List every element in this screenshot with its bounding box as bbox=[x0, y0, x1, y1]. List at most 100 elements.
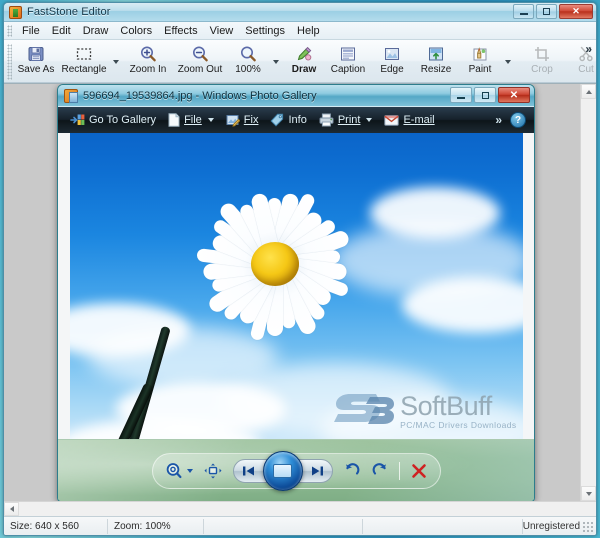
fit-to-window-button[interactable] bbox=[203, 462, 223, 480]
menu-colors[interactable]: Colors bbox=[114, 23, 158, 39]
edge-icon bbox=[383, 44, 401, 63]
email-label: E-mail bbox=[403, 114, 434, 126]
toolbar-save-as-button[interactable]: Save As bbox=[14, 42, 58, 80]
menu-draw[interactable]: Draw bbox=[77, 23, 115, 39]
delete-button[interactable] bbox=[410, 462, 428, 480]
paint-brush-icon bbox=[471, 44, 489, 63]
toolbar: Save As Rectangle Zoom In bbox=[4, 40, 596, 83]
watermark-text: SoftBuff PC/MAC Drivers Downloads bbox=[400, 393, 516, 430]
scroll-down-button[interactable] bbox=[581, 486, 596, 501]
print-button[interactable]: Print bbox=[313, 111, 379, 129]
crop-icon bbox=[533, 44, 551, 63]
status-zoom-level: Zoom: 100% bbox=[108, 519, 204, 534]
photo-image: SoftBuff PC/MAC Drivers Downloads bbox=[70, 133, 523, 439]
file-dropdown-caret[interactable] bbox=[208, 118, 214, 122]
resize-grip[interactable] bbox=[582, 521, 593, 532]
file-icon bbox=[168, 113, 180, 127]
photo-gallery-titlebar[interactable]: 596694_19539864.jpg - Windows Photo Gall… bbox=[58, 85, 534, 107]
menu-effects[interactable]: Effects bbox=[158, 23, 203, 39]
status-spacer-1 bbox=[204, 519, 363, 534]
toolbar-rectangle-button[interactable]: Rectangle bbox=[58, 42, 110, 80]
pg-minimize-button[interactable] bbox=[450, 87, 472, 103]
toolbar-zoom-in-button[interactable]: Zoom In bbox=[122, 42, 174, 80]
toolbar-label: 100% bbox=[235, 64, 261, 75]
toolbar-edge-button[interactable]: Edge bbox=[370, 42, 414, 80]
magnifier-icon bbox=[239, 44, 257, 63]
toolbar-paint-button[interactable]: Paint bbox=[458, 42, 502, 80]
pg-close-button[interactable]: ✕ bbox=[498, 87, 530, 103]
controls-separator bbox=[399, 462, 400, 480]
watermark-name: SoftBuff bbox=[400, 393, 516, 420]
email-icon bbox=[384, 114, 399, 127]
menu-edit[interactable]: Edit bbox=[46, 23, 77, 39]
printer-icon bbox=[319, 113, 334, 127]
print-dropdown-caret[interactable] bbox=[366, 118, 372, 122]
menubar-grip[interactable] bbox=[7, 25, 12, 37]
maximize-button[interactable] bbox=[536, 4, 557, 19]
fix-icon bbox=[226, 113, 240, 127]
app-titlebar[interactable]: FastStone Editor ✕ bbox=[4, 3, 596, 22]
menu-file[interactable]: File bbox=[16, 23, 46, 39]
go-to-gallery-button[interactable]: Go To Gallery bbox=[64, 111, 162, 129]
navigation-group bbox=[233, 451, 333, 491]
scroll-up-button[interactable] bbox=[581, 84, 596, 99]
toolbar-resize-button[interactable]: Resize bbox=[414, 42, 458, 80]
go-to-gallery-label: Go To Gallery bbox=[89, 114, 156, 126]
toolbar-label: Zoom In bbox=[130, 64, 167, 75]
menu-settings[interactable]: Settings bbox=[239, 23, 291, 39]
rectangle-dropdown-caret[interactable] bbox=[113, 60, 119, 64]
info-button[interactable]: Info bbox=[264, 111, 312, 129]
rotate-counterclockwise-icon bbox=[343, 462, 361, 480]
canvas-pane[interactable]: 596694_19539864.jpg - Windows Photo Gall… bbox=[4, 84, 580, 501]
toolbar-label: Paint bbox=[469, 64, 492, 75]
toolbar-overflow-button[interactable]: » bbox=[585, 42, 592, 56]
email-button[interactable]: E-mail bbox=[378, 112, 440, 129]
rotate-ccw-button[interactable] bbox=[343, 462, 361, 480]
toolbar-grip[interactable] bbox=[7, 44, 12, 80]
menu-help[interactable]: Help bbox=[291, 23, 326, 39]
statusbar: Size: 640 x 560 Zoom: 100% Unregistered bbox=[4, 516, 596, 535]
fix-button[interactable]: Fix bbox=[220, 111, 265, 129]
toolbar-cut-button[interactable]: Cut bbox=[564, 42, 597, 80]
status-spacer-2 bbox=[363, 519, 522, 534]
pg-maximize-button[interactable] bbox=[474, 87, 496, 103]
paint-dropdown-caret[interactable] bbox=[505, 60, 511, 64]
delete-x-icon bbox=[410, 462, 428, 480]
toolbar-zoom-out-button[interactable]: Zoom Out bbox=[174, 42, 226, 80]
help-button[interactable]: ? bbox=[510, 112, 526, 128]
photo-viewer[interactable]: SoftBuff PC/MAC Drivers Downloads bbox=[58, 133, 534, 439]
toolbar-zoom-100-button[interactable]: 100% bbox=[226, 42, 270, 80]
info-label: Info bbox=[288, 114, 306, 126]
toolbar-draw-button[interactable]: Draw bbox=[282, 42, 326, 80]
zoom-control[interactable] bbox=[165, 462, 193, 480]
close-button[interactable]: ✕ bbox=[559, 4, 593, 19]
toolbar-label: Crop bbox=[531, 64, 553, 75]
previous-icon bbox=[241, 465, 257, 477]
horizontal-scrollbar[interactable] bbox=[4, 501, 596, 516]
minimize-button[interactable] bbox=[513, 4, 534, 19]
magnifier-plus-icon bbox=[139, 44, 157, 63]
gallery-icon bbox=[70, 113, 85, 127]
rotate-cw-button[interactable] bbox=[371, 462, 389, 480]
toolbar-crop-button[interactable]: Crop bbox=[520, 42, 564, 80]
caption-icon bbox=[339, 44, 357, 63]
photo-gallery-title: 596694_19539864.jpg - Windows Photo Gall… bbox=[83, 90, 317, 102]
zoom-dropdown-caret[interactable] bbox=[273, 60, 279, 64]
play-slideshow-button[interactable] bbox=[263, 451, 303, 491]
magnifier-icon bbox=[165, 462, 185, 480]
vertical-scrollbar[interactable] bbox=[580, 84, 596, 501]
status-image-size: Size: 640 x 560 bbox=[4, 519, 108, 534]
photo-controls-pill bbox=[152, 453, 441, 489]
file-menu-button[interactable]: File bbox=[162, 111, 220, 129]
zoom-dropdown-caret[interactable] bbox=[187, 469, 193, 473]
scroll-left-button[interactable] bbox=[4, 502, 19, 516]
toolbar-caption-button[interactable]: Caption bbox=[326, 42, 370, 80]
print-label: Print bbox=[338, 114, 361, 126]
softbuff-logo-icon bbox=[332, 391, 396, 431]
toolbar-label: Save As bbox=[18, 64, 55, 75]
softbuff-watermark: SoftBuff PC/MAC Drivers Downloads bbox=[332, 391, 516, 431]
editor-canvas-area: 596694_19539864.jpg - Windows Photo Gall… bbox=[4, 83, 596, 501]
pg-toolbar-overflow-button[interactable]: » bbox=[495, 113, 502, 127]
menu-view[interactable]: View bbox=[204, 23, 240, 39]
photo-controls-strip bbox=[58, 439, 534, 501]
